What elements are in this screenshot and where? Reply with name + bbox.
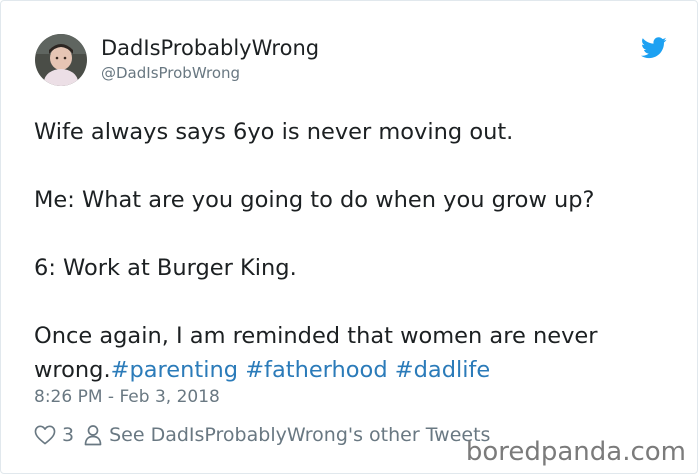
tweet-card: DadIsProbablyWrong @DadIsProbWrong Wife …	[0, 0, 698, 474]
heart-icon[interactable]	[34, 425, 56, 445]
author-display-name[interactable]: DadIsProbablyWrong	[101, 34, 319, 62]
tweet-timestamp[interactable]: 8:26 PM - Feb 3, 2018	[34, 385, 220, 409]
other-tweets-link[interactable]: See DadIsProbablyWrong's other Tweets	[109, 424, 490, 446]
tweet-line: Wife always says 6yo is never moving out…	[34, 119, 514, 145]
watermark: boredpanda.com	[465, 437, 686, 467]
twitter-bird-icon[interactable]	[641, 37, 667, 59]
tweet-line: wrong.	[34, 357, 111, 383]
tweet-line-with-hashtags: wrong.#parenting #fatherhood #dadlife	[34, 353, 674, 387]
like-count[interactable]: 3	[62, 424, 74, 446]
hashtag-link[interactable]: #dadlife	[395, 357, 490, 383]
tweet-line: Me: What are you going to do when you gr…	[34, 187, 595, 213]
hashtag-link[interactable]: #parenting	[111, 357, 238, 383]
tweet-line: Once again, I am reminded that women are…	[34, 323, 598, 349]
avatar-photo	[35, 34, 87, 86]
tweet-line: 6: Work at Burger King.	[34, 255, 297, 281]
hashtag-link[interactable]: #fatherhood	[245, 357, 387, 383]
avatar[interactable]	[35, 34, 87, 86]
person-icon[interactable]	[84, 424, 102, 446]
tweet-text: Wife always says 6yo is never moving out…	[34, 115, 674, 387]
author-handle[interactable]: @DadIsProbWrong	[101, 63, 240, 83]
tweet-actions: 3 See DadIsProbablyWrong's other Tweets	[34, 421, 490, 449]
